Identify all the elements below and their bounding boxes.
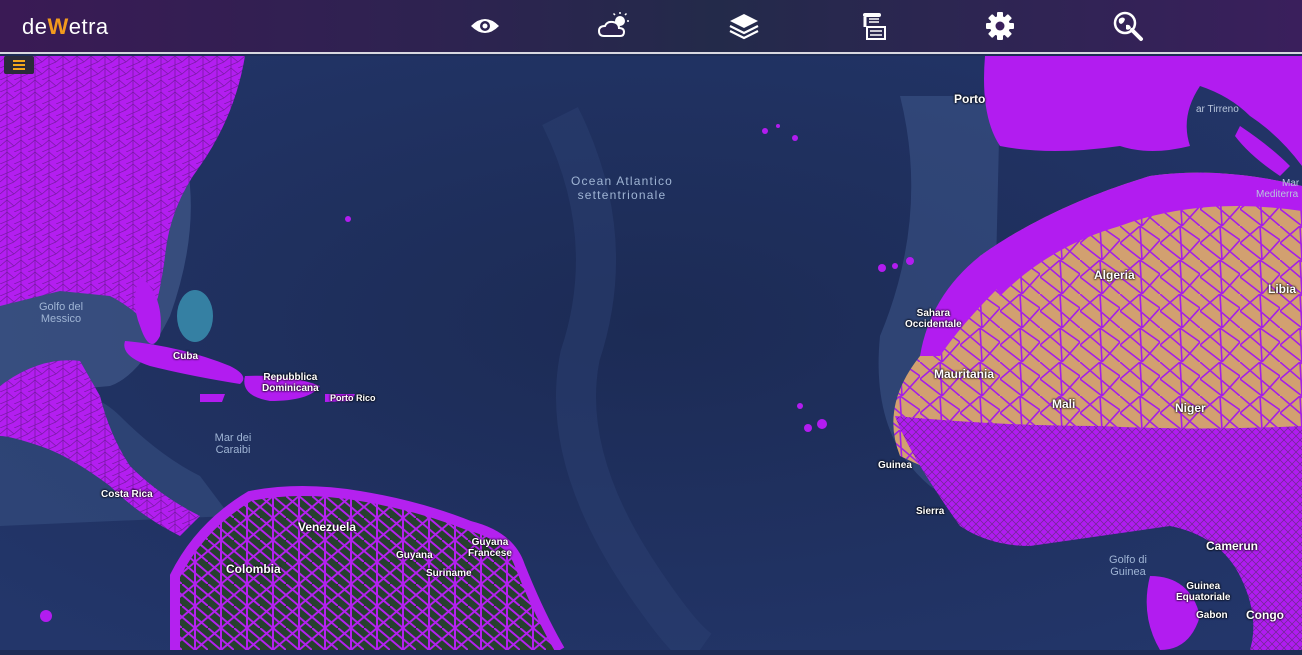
label-niger: Niger (1175, 401, 1206, 415)
label-guyana: Guyana (396, 550, 433, 561)
label-guinea-equatoriale: Guinea Equatoriale (1176, 581, 1231, 603)
app-logo: deWetra (22, 14, 109, 39)
label-costa-rica: Costa Rica (101, 489, 153, 500)
label-venezuela: Venezuela (298, 520, 357, 534)
archive-button[interactable] (855, 8, 891, 44)
label-sierra: Sierra (916, 506, 945, 517)
view-button[interactable] (467, 8, 503, 44)
label-camerun: Camerun (1206, 539, 1259, 553)
top-toolbar: deWetra (0, 0, 1302, 54)
label-guinea: Guinea (878, 460, 912, 471)
label-congo: Congo (1246, 608, 1284, 622)
map-canvas[interactable]: Ocean Atlantico settentrionale Golfo del… (0, 56, 1302, 655)
label-sahara: Sahara Occidentale (905, 308, 962, 330)
gear-icon (986, 12, 1014, 40)
label-porto-rico: Porto Rico (330, 393, 376, 403)
label-porto: Porto (954, 92, 986, 106)
label-mali: Mali (1052, 397, 1076, 411)
globe-search-icon (1113, 11, 1143, 41)
layers-icon (729, 14, 759, 40)
label-atlantic: Ocean Atlantico settentrionale (570, 174, 674, 202)
label-gabon: Gabon (1196, 610, 1228, 621)
label-algeria: Algeria (1094, 268, 1135, 282)
label-libia: Libia (1268, 282, 1297, 296)
label-mauritania: Mauritania (934, 367, 995, 381)
label-colombia: Colombia (226, 562, 281, 576)
side-menu-button[interactable] (4, 56, 34, 74)
geo-search-button[interactable] (1110, 8, 1146, 44)
label-repubblica: Repubblica Dominicana (262, 372, 319, 394)
hamburger-icon (13, 60, 25, 70)
eye-icon (471, 19, 499, 33)
label-gulf-guinea: Golfo di Guinea (1109, 554, 1147, 578)
label-cuba: Cuba (173, 351, 198, 362)
weather-button[interactable] (596, 8, 632, 44)
scroll-stack-icon (863, 13, 886, 40)
cloud-sun-icon (598, 12, 629, 37)
settings-button[interactable] (982, 8, 1018, 44)
label-mediterraneo: Mar Mediterra (1256, 178, 1300, 200)
label-gulf-mexico: Golfo del Messico (38, 301, 84, 325)
label-guyana-francese: Guyana Francese (468, 537, 512, 559)
label-tirreno: ar Tirreno (1196, 104, 1239, 115)
layers-button[interactable] (726, 8, 762, 44)
label-caribbean: Mar dei Caraibi (214, 432, 252, 456)
label-suriname: Suriname (426, 568, 472, 579)
